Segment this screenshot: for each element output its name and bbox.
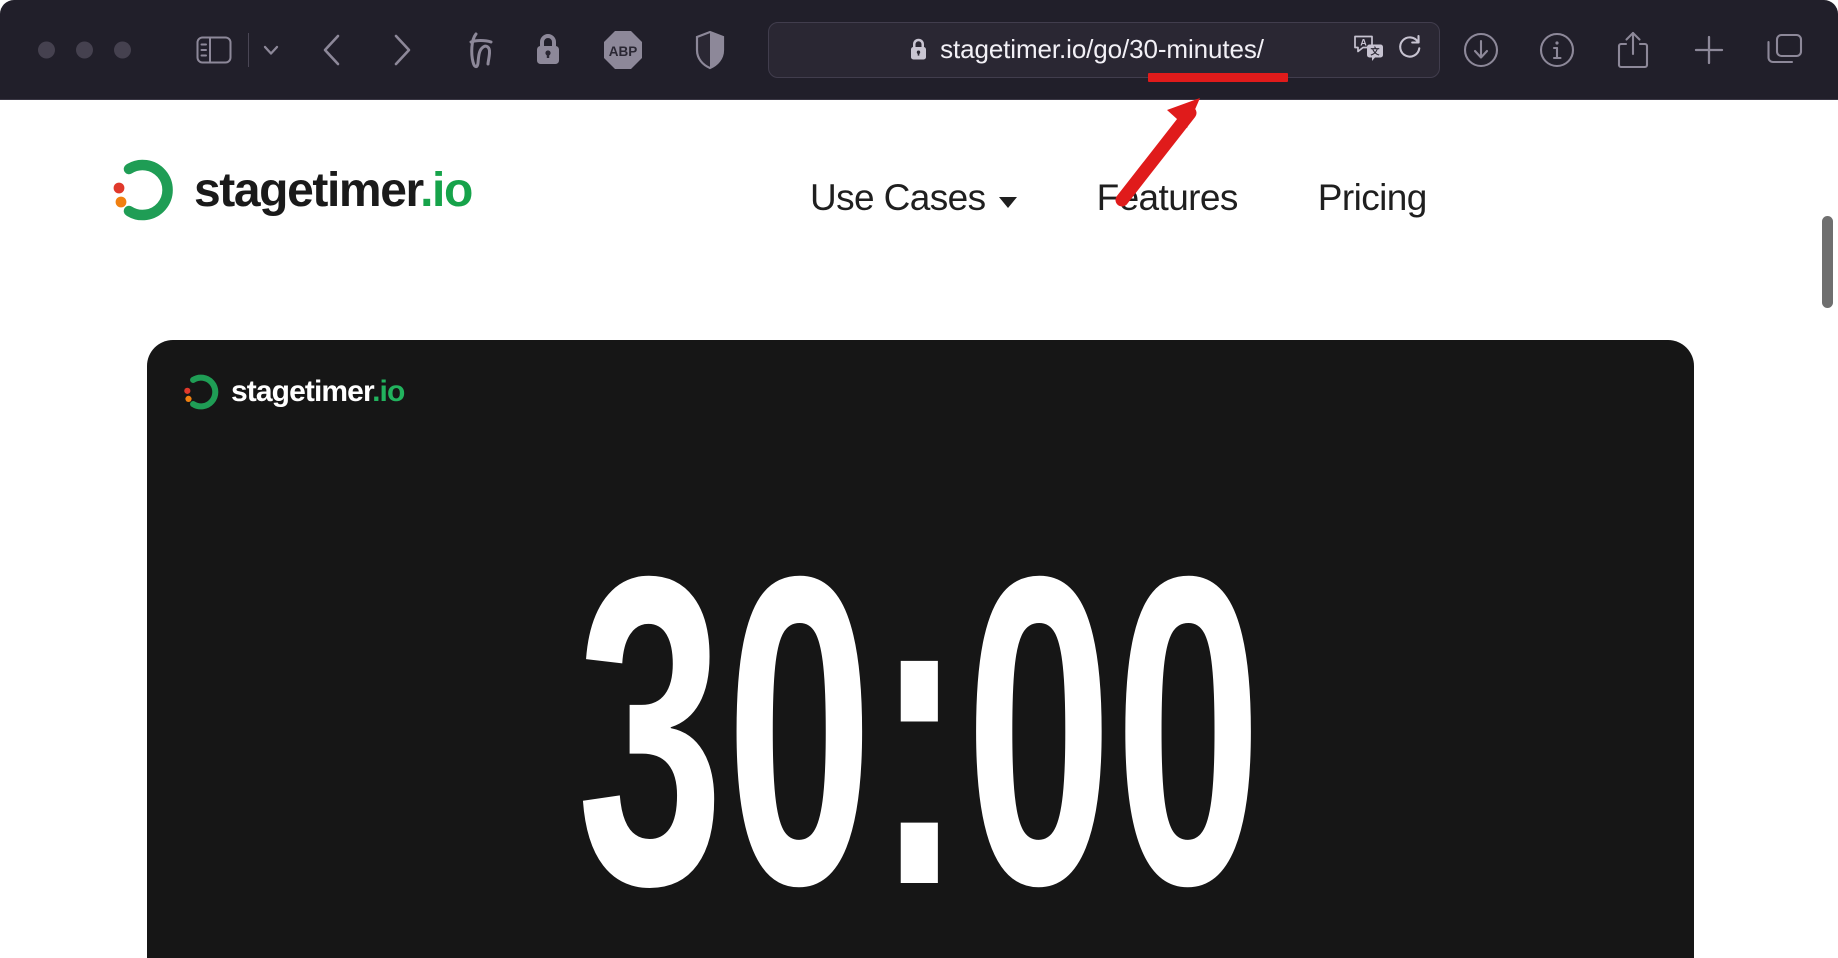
address-bar[interactable]: stagetimer.io/go/30-minutes/ A 文 (768, 21, 1440, 78)
downloads-icon[interactable] (1462, 31, 1500, 69)
toolbar-divider (248, 32, 249, 67)
new-tab-icon[interactable] (1692, 33, 1726, 67)
timer-card-logo-word: stagetimer (231, 375, 373, 408)
site-logo[interactable]: stagetimer.io (108, 157, 473, 223)
chevron-down-icon (998, 196, 1017, 208)
svg-text:A: A (1360, 37, 1367, 47)
chevron-down-icon[interactable] (258, 37, 284, 63)
address-bar-content: stagetimer.io/go/30-minutes/ (908, 34, 1264, 65)
nav-item-use-cases-label: Use Cases (810, 177, 986, 218)
address-bar-actions: A 文 (1353, 33, 1423, 66)
site-logo-tld: .io (420, 163, 473, 217)
password-manager-icon[interactable] (530, 30, 566, 70)
browser-toolbar: ABP stagetimer.io/go/30-minutes/ A 文 (0, 0, 1838, 100)
lock-icon (908, 37, 929, 62)
back-icon[interactable] (318, 32, 346, 68)
timer-card-logo: stagetimer.io (181, 373, 405, 411)
timer-card-logo-tld: .io (372, 375, 405, 408)
nav-item-features-label: Features (1096, 177, 1239, 218)
nav-item-pricing-label: Pricing (1317, 177, 1428, 218)
stagetimer-logo-icon (108, 157, 174, 223)
share-icon[interactable] (1616, 30, 1650, 70)
honey-extension-icon[interactable] (462, 28, 502, 72)
minimize-window-button[interactable] (76, 41, 93, 58)
close-window-button[interactable] (38, 41, 55, 58)
address-bar-url: stagetimer.io/go/30-minutes/ (940, 34, 1264, 64)
main-navigation: Use Cases Features Pricing (770, 177, 1467, 219)
adblock-plus-icon[interactable]: ABP (602, 29, 644, 71)
maximize-window-button[interactable] (114, 41, 131, 58)
timer-card-logo-text: stagetimer.io (231, 375, 405, 409)
site-header: stagetimer.io Use Cases Features Pricing (0, 101, 1838, 311)
site-logo-text: stagetimer.io (194, 163, 473, 218)
translate-icon[interactable]: A 文 (1353, 33, 1385, 66)
svg-text:ABP: ABP (609, 44, 638, 59)
reload-icon[interactable] (1397, 33, 1423, 66)
sidebar-toggle-icon[interactable] (196, 35, 232, 65)
tab-overview-icon[interactable] (1766, 32, 1804, 68)
stagetimer-logo-icon (181, 373, 219, 411)
timer-card[interactable]: stagetimer.io 30:00 (147, 340, 1694, 958)
nav-item-use-cases[interactable]: Use Cases (770, 177, 1057, 219)
page-scrollbar[interactable] (1820, 202, 1838, 958)
page-scrollbar-thumb[interactable] (1822, 216, 1833, 308)
window-controls (38, 41, 131, 58)
site-logo-word: stagetimer (194, 163, 422, 217)
nav-item-features[interactable]: Features (1057, 177, 1278, 219)
info-icon[interactable] (1538, 31, 1576, 69)
forward-icon[interactable] (388, 32, 416, 68)
nav-item-pricing[interactable]: Pricing (1278, 177, 1467, 219)
timer-display: 30:00 (576, 486, 1265, 958)
shield-icon[interactable] (694, 30, 726, 70)
svg-text:文: 文 (1369, 45, 1380, 56)
web-page-content: stagetimer.io Use Cases Features Pricing (0, 101, 1838, 958)
